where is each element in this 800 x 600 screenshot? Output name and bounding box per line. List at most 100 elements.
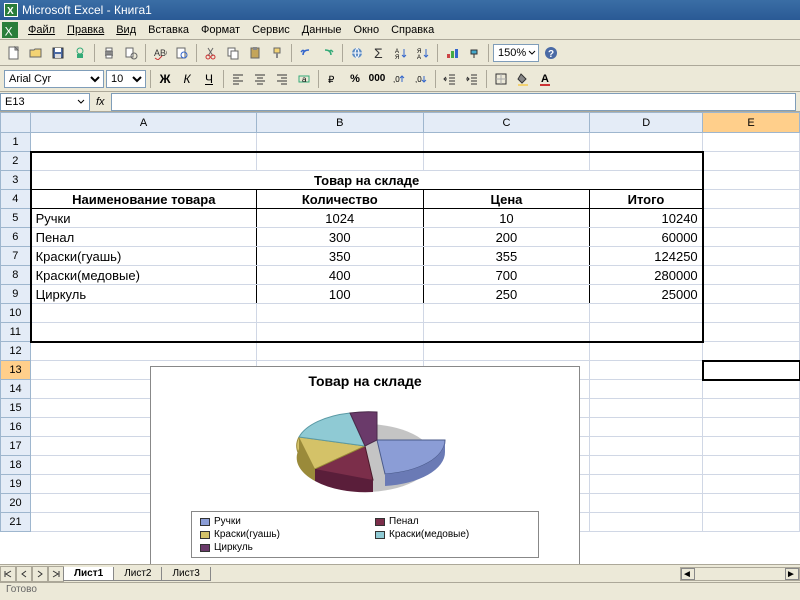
name-box[interactable]: E13	[0, 93, 90, 111]
row-header[interactable]: 7	[1, 247, 31, 266]
row-header[interactable]: 21	[1, 513, 31, 532]
table-header-cell[interactable]: Наименование товара	[31, 190, 257, 209]
underline-button[interactable]: Ч	[199, 69, 219, 89]
merge-center-icon[interactable]: a	[294, 69, 314, 89]
undo-icon[interactable]	[296, 43, 316, 63]
col-header-B[interactable]: B	[256, 113, 423, 133]
menu-edit[interactable]: Правка	[61, 22, 110, 38]
sort-desc-icon[interactable]: ЯA	[413, 43, 433, 63]
data-cell[interactable]: 10	[423, 209, 590, 228]
tab-nav-last-icon[interactable]	[48, 566, 64, 582]
menu-insert[interactable]: Вставка	[142, 22, 195, 38]
row-header[interactable]: 15	[1, 399, 31, 418]
sort-asc-icon[interactable]: AЯ	[391, 43, 411, 63]
data-cell[interactable]: 1024	[256, 209, 423, 228]
drawing-icon[interactable]	[464, 43, 484, 63]
paste-icon[interactable]	[245, 43, 265, 63]
data-cell[interactable]: 350	[256, 247, 423, 266]
table-title-cell[interactable]: Товар на складе	[31, 171, 703, 190]
row-header[interactable]: 6	[1, 228, 31, 247]
align-center-icon[interactable]	[250, 69, 270, 89]
data-cell[interactable]: Пенал	[31, 228, 257, 247]
permission-icon[interactable]	[70, 43, 90, 63]
chart-wizard-icon[interactable]	[442, 43, 462, 63]
data-cell[interactable]: 400	[256, 266, 423, 285]
new-doc-icon[interactable]	[4, 43, 24, 63]
sheet-tab[interactable]: Лист3	[161, 567, 210, 581]
menu-data[interactable]: Данные	[296, 22, 348, 38]
align-left-icon[interactable]	[228, 69, 248, 89]
row-header[interactable]: 2	[1, 152, 31, 171]
menu-format[interactable]: Формат	[195, 22, 246, 38]
font-size-selector[interactable]: 10	[106, 70, 146, 88]
spell-check-icon[interactable]: ABC	[150, 43, 170, 63]
decrease-decimal-icon[interactable]: ,0	[411, 69, 431, 89]
menu-tools[interactable]: Сервис	[246, 22, 296, 38]
help-icon[interactable]: ?	[541, 43, 561, 63]
menu-window[interactable]: Окно	[348, 22, 386, 38]
table-header-cell[interactable]: Итого	[590, 190, 703, 209]
row-header[interactable]: 20	[1, 494, 31, 513]
row-header[interactable]: 9	[1, 285, 31, 304]
data-cell[interactable]: 300	[256, 228, 423, 247]
hyperlink-icon[interactable]	[347, 43, 367, 63]
sheet-tab[interactable]: Лист2	[113, 567, 162, 581]
data-cell[interactable]: Циркуль	[31, 285, 257, 304]
row-header[interactable]: 11	[1, 323, 31, 342]
row-header[interactable]: 16	[1, 418, 31, 437]
copy-icon[interactable]	[223, 43, 243, 63]
data-cell[interactable]: 100	[256, 285, 423, 304]
col-header-D[interactable]: D	[590, 113, 703, 133]
row-header[interactable]: 18	[1, 456, 31, 475]
print-preview-icon[interactable]	[121, 43, 141, 63]
menu-view[interactable]: Вид	[110, 22, 142, 38]
increase-decimal-icon[interactable]: ,0	[389, 69, 409, 89]
col-header-E[interactable]: E	[703, 113, 800, 133]
menu-help[interactable]: Справка	[385, 22, 440, 38]
row-header[interactable]: 13	[1, 361, 31, 380]
comma-style-icon[interactable]: 000	[367, 69, 387, 89]
horizontal-scrollbar[interactable]: ◄ ►	[680, 567, 800, 581]
borders-icon[interactable]	[491, 69, 511, 89]
align-right-icon[interactable]	[272, 69, 292, 89]
row-header[interactable]: 8	[1, 266, 31, 285]
row-header[interactable]: 5	[1, 209, 31, 228]
currency-icon[interactable]: ₽	[323, 69, 343, 89]
select-all-corner[interactable]	[1, 113, 31, 133]
table-header-cell[interactable]: Количество	[256, 190, 423, 209]
tab-nav-first-icon[interactable]	[0, 566, 16, 582]
data-cell[interactable]: 25000	[590, 285, 703, 304]
data-cell[interactable]: 250	[423, 285, 590, 304]
open-icon[interactable]	[26, 43, 46, 63]
row-header[interactable]: 17	[1, 437, 31, 456]
data-cell[interactable]: 200	[423, 228, 590, 247]
data-cell[interactable]: Краски(медовые)	[31, 266, 257, 285]
row-header[interactable]: 1	[1, 133, 31, 152]
print-icon[interactable]	[99, 43, 119, 63]
col-header-C[interactable]: C	[423, 113, 590, 133]
format-painter-icon[interactable]	[267, 43, 287, 63]
row-header[interactable]: 12	[1, 342, 31, 361]
tab-nav-next-icon[interactable]	[32, 566, 48, 582]
row-header[interactable]: 19	[1, 475, 31, 494]
data-cell[interactable]: 10240	[590, 209, 703, 228]
fill-color-icon[interactable]	[513, 69, 533, 89]
decrease-indent-icon[interactable]	[440, 69, 460, 89]
fx-label[interactable]: fx	[90, 96, 111, 108]
data-cell[interactable]: 124250	[590, 247, 703, 266]
data-cell[interactable]: 60000	[590, 228, 703, 247]
scroll-left-icon[interactable]: ◄	[681, 568, 695, 580]
increase-indent-icon[interactable]	[462, 69, 482, 89]
data-cell[interactable]: 280000	[590, 266, 703, 285]
font-color-icon[interactable]: A	[535, 69, 555, 89]
data-cell[interactable]: Краски(гуашь)	[31, 247, 257, 266]
font-selector[interactable]: Arial Cyr	[4, 70, 104, 88]
row-header[interactable]: 10	[1, 304, 31, 323]
data-cell[interactable]: Ручки	[31, 209, 257, 228]
table-header-cell[interactable]: Цена	[423, 190, 590, 209]
row-header[interactable]: 3	[1, 171, 31, 190]
row-header[interactable]: 4	[1, 190, 31, 209]
bold-button[interactable]: Ж	[155, 69, 175, 89]
menu-file[interactable]: Файл	[22, 22, 61, 38]
save-icon[interactable]	[48, 43, 68, 63]
